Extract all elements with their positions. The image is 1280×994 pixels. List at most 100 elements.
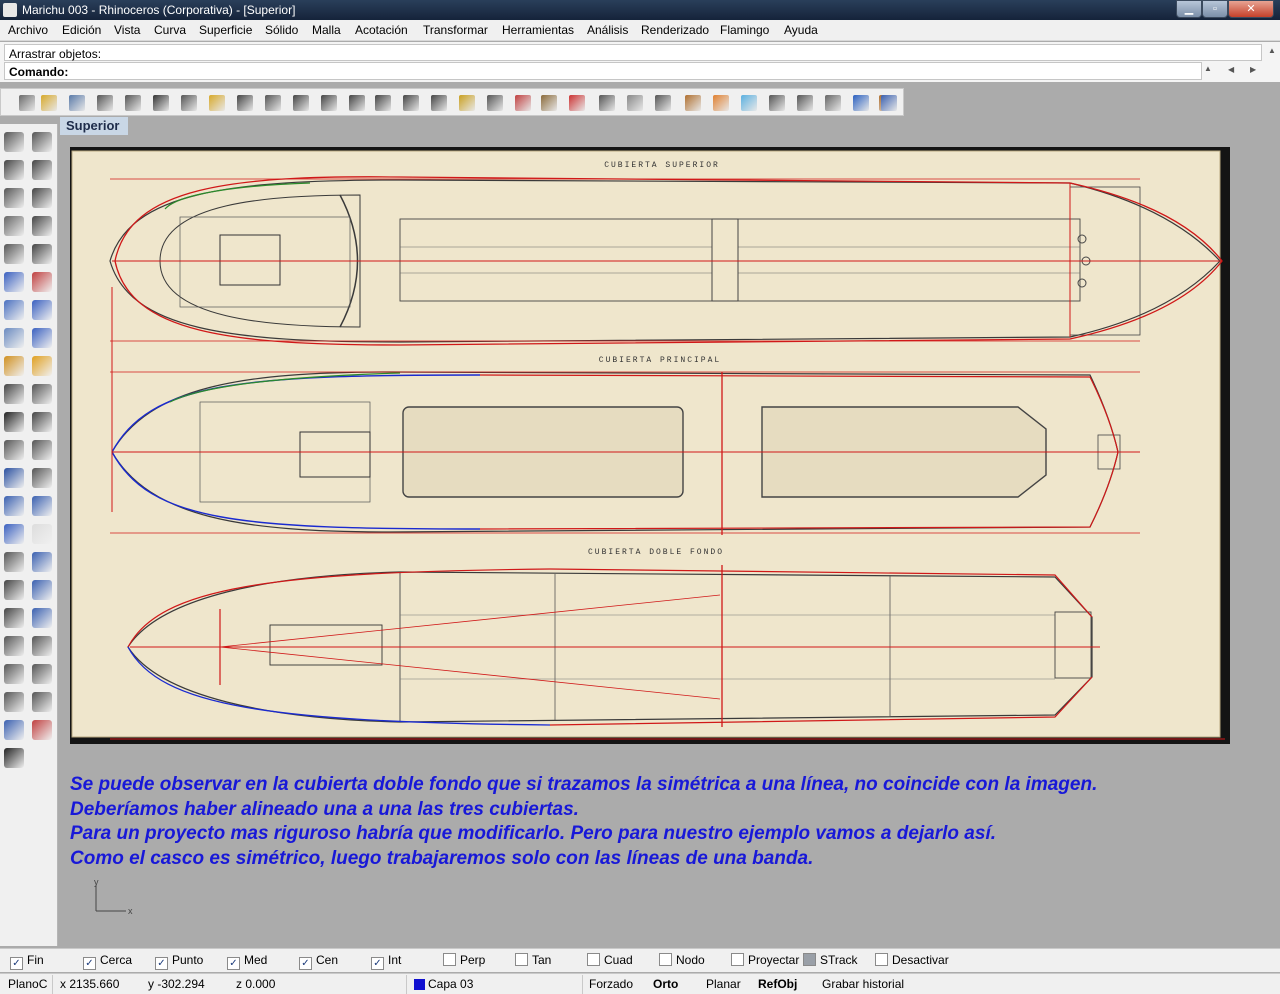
- properties-icon[interactable]: [541, 95, 557, 111]
- forzado-toggle[interactable]: Forzado: [589, 977, 633, 991]
- layer-icon[interactable]: [515, 95, 531, 111]
- menu-malla[interactable]: Malla: [312, 23, 341, 37]
- dimension-icon[interactable]: [741, 95, 757, 111]
- fillet-icon[interactable]: [32, 244, 52, 264]
- osnap-checkbox[interactable]: [803, 953, 816, 966]
- close-button[interactable]: ✕: [1228, 0, 1274, 18]
- zoom-extents-icon[interactable]: [375, 95, 391, 111]
- solid-icon[interactable]: [4, 524, 24, 544]
- mirror-icon[interactable]: [32, 496, 52, 516]
- arc-icon[interactable]: [4, 216, 24, 236]
- planar-toggle[interactable]: Planar: [706, 977, 741, 991]
- osnap-med[interactable]: Med: [227, 953, 267, 970]
- text-icon[interactable]: [4, 468, 24, 488]
- open-file-icon[interactable]: [41, 95, 57, 111]
- trim-icon[interactable]: [4, 384, 24, 404]
- zoom-selected-icon[interactable]: [403, 95, 419, 111]
- orto-toggle[interactable]: Orto: [653, 977, 678, 991]
- osnap-tan[interactable]: Tan: [515, 953, 551, 969]
- osnap-cen[interactable]: Cen: [299, 953, 338, 970]
- edit-points-icon[interactable]: [4, 664, 24, 684]
- hatch-icon[interactable]: [32, 524, 52, 544]
- rotate-view-icon[interactable]: [293, 95, 309, 111]
- curvature-icon[interactable]: [32, 664, 52, 684]
- command-scroll-icon[interactable]: ▲: [1204, 64, 1212, 73]
- osnap-checkbox[interactable]: [587, 953, 600, 966]
- osnap-checkbox[interactable]: [515, 953, 528, 966]
- osnap-checkbox[interactable]: [10, 957, 23, 970]
- osnap-checkbox[interactable]: [83, 957, 96, 970]
- new-file-icon[interactable]: [19, 95, 35, 111]
- import-icon[interactable]: [125, 95, 141, 111]
- array-icon[interactable]: [4, 496, 24, 516]
- menu-analisis[interactable]: Análisis: [587, 23, 628, 37]
- extend-icon[interactable]: [32, 384, 52, 404]
- osnap-checkbox[interactable]: [875, 953, 888, 966]
- circle-icon[interactable]: [4, 188, 24, 208]
- menu-solido[interactable]: Sólido: [265, 23, 298, 37]
- menu-herramientas[interactable]: Herramientas: [502, 23, 574, 37]
- osnap-perp[interactable]: Perp: [443, 953, 485, 969]
- join-icon[interactable]: [4, 440, 24, 460]
- color-icon[interactable]: [713, 95, 729, 111]
- osnap-proyectar[interactable]: Proyectar: [731, 953, 799, 969]
- zoom-dynamic-icon[interactable]: [431, 95, 447, 111]
- rotate-icon[interactable]: [32, 608, 52, 628]
- material-icon[interactable]: [599, 95, 615, 111]
- current-layer[interactable]: Capa 03: [428, 977, 473, 991]
- move-icon[interactable]: [4, 580, 24, 600]
- cloud-icon[interactable]: [825, 95, 841, 111]
- osnap-nodo[interactable]: Nodo: [659, 953, 705, 969]
- osnap-int[interactable]: Int: [371, 953, 401, 970]
- menu-curva[interactable]: Curva: [154, 23, 186, 37]
- record-history-toggle[interactable]: Grabar historial: [822, 977, 904, 991]
- sphere-icon[interactable]: [32, 300, 52, 320]
- osnap-fin[interactable]: Fin: [10, 953, 44, 970]
- osnap-checkbox[interactable]: [227, 957, 240, 970]
- osnap-checkbox[interactable]: [443, 953, 456, 966]
- osnap-checkbox[interactable]: [299, 957, 312, 970]
- menu-flamingo[interactable]: Flamingo: [720, 23, 769, 37]
- group-icon[interactable]: [769, 95, 785, 111]
- osnap-punto[interactable]: Punto: [155, 953, 203, 970]
- menu-ayuda[interactable]: Ayuda: [784, 23, 818, 37]
- curve-icon[interactable]: [32, 160, 52, 180]
- save-icon[interactable]: [69, 95, 85, 111]
- layer-icon[interactable]: [4, 720, 24, 740]
- menu-transformar[interactable]: Transformar: [423, 23, 488, 37]
- ellipse-icon[interactable]: [32, 188, 52, 208]
- zoom-window-icon[interactable]: [349, 95, 365, 111]
- offset-icon[interactable]: [32, 412, 52, 432]
- render-icon[interactable]: [569, 95, 585, 111]
- copy-icon[interactable]: [181, 95, 197, 111]
- dimension-icon[interactable]: [32, 468, 52, 488]
- boolean-icon[interactable]: [4, 412, 24, 432]
- planar-surface-icon[interactable]: [32, 328, 52, 348]
- render-icon[interactable]: [32, 720, 52, 740]
- osnap-cuad[interactable]: Cuad: [587, 953, 633, 969]
- analyze-icon[interactable]: [4, 692, 24, 712]
- grid-icon[interactable]: [32, 552, 52, 572]
- help-icon[interactable]: [881, 95, 897, 111]
- check-icon[interactable]: [4, 748, 24, 768]
- transform-icon[interactable]: [32, 636, 52, 656]
- maximize-button[interactable]: ▫: [1202, 0, 1228, 18]
- texture-icon[interactable]: [685, 95, 701, 111]
- xyz-icon[interactable]: [4, 552, 24, 572]
- osnap-checkbox[interactable]: [371, 957, 384, 970]
- menu-archivo[interactable]: Archivo: [8, 23, 48, 37]
- osnap-desactivar[interactable]: Desactivar: [875, 953, 949, 969]
- box-icon[interactable]: [4, 300, 24, 320]
- shade-icon[interactable]: [655, 95, 671, 111]
- freeform-icon[interactable]: [4, 272, 24, 292]
- cylinder-icon[interactable]: [4, 328, 24, 348]
- point-icon[interactable]: [32, 132, 52, 152]
- minimize-button[interactable]: ▁: [1176, 0, 1202, 18]
- viewport-title[interactable]: Superior: [60, 117, 128, 135]
- menu-superficie[interactable]: Superficie: [199, 23, 252, 37]
- plugin-icon[interactable]: [853, 95, 869, 111]
- viewport-superior[interactable]: Superior CUBIERTA SUPERIOR CUBIERTA PRIN…: [60, 117, 1280, 947]
- menu-acotacion[interactable]: Acotación: [355, 23, 408, 37]
- osnap-checkbox[interactable]: [659, 953, 672, 966]
- pan-icon[interactable]: [265, 95, 281, 111]
